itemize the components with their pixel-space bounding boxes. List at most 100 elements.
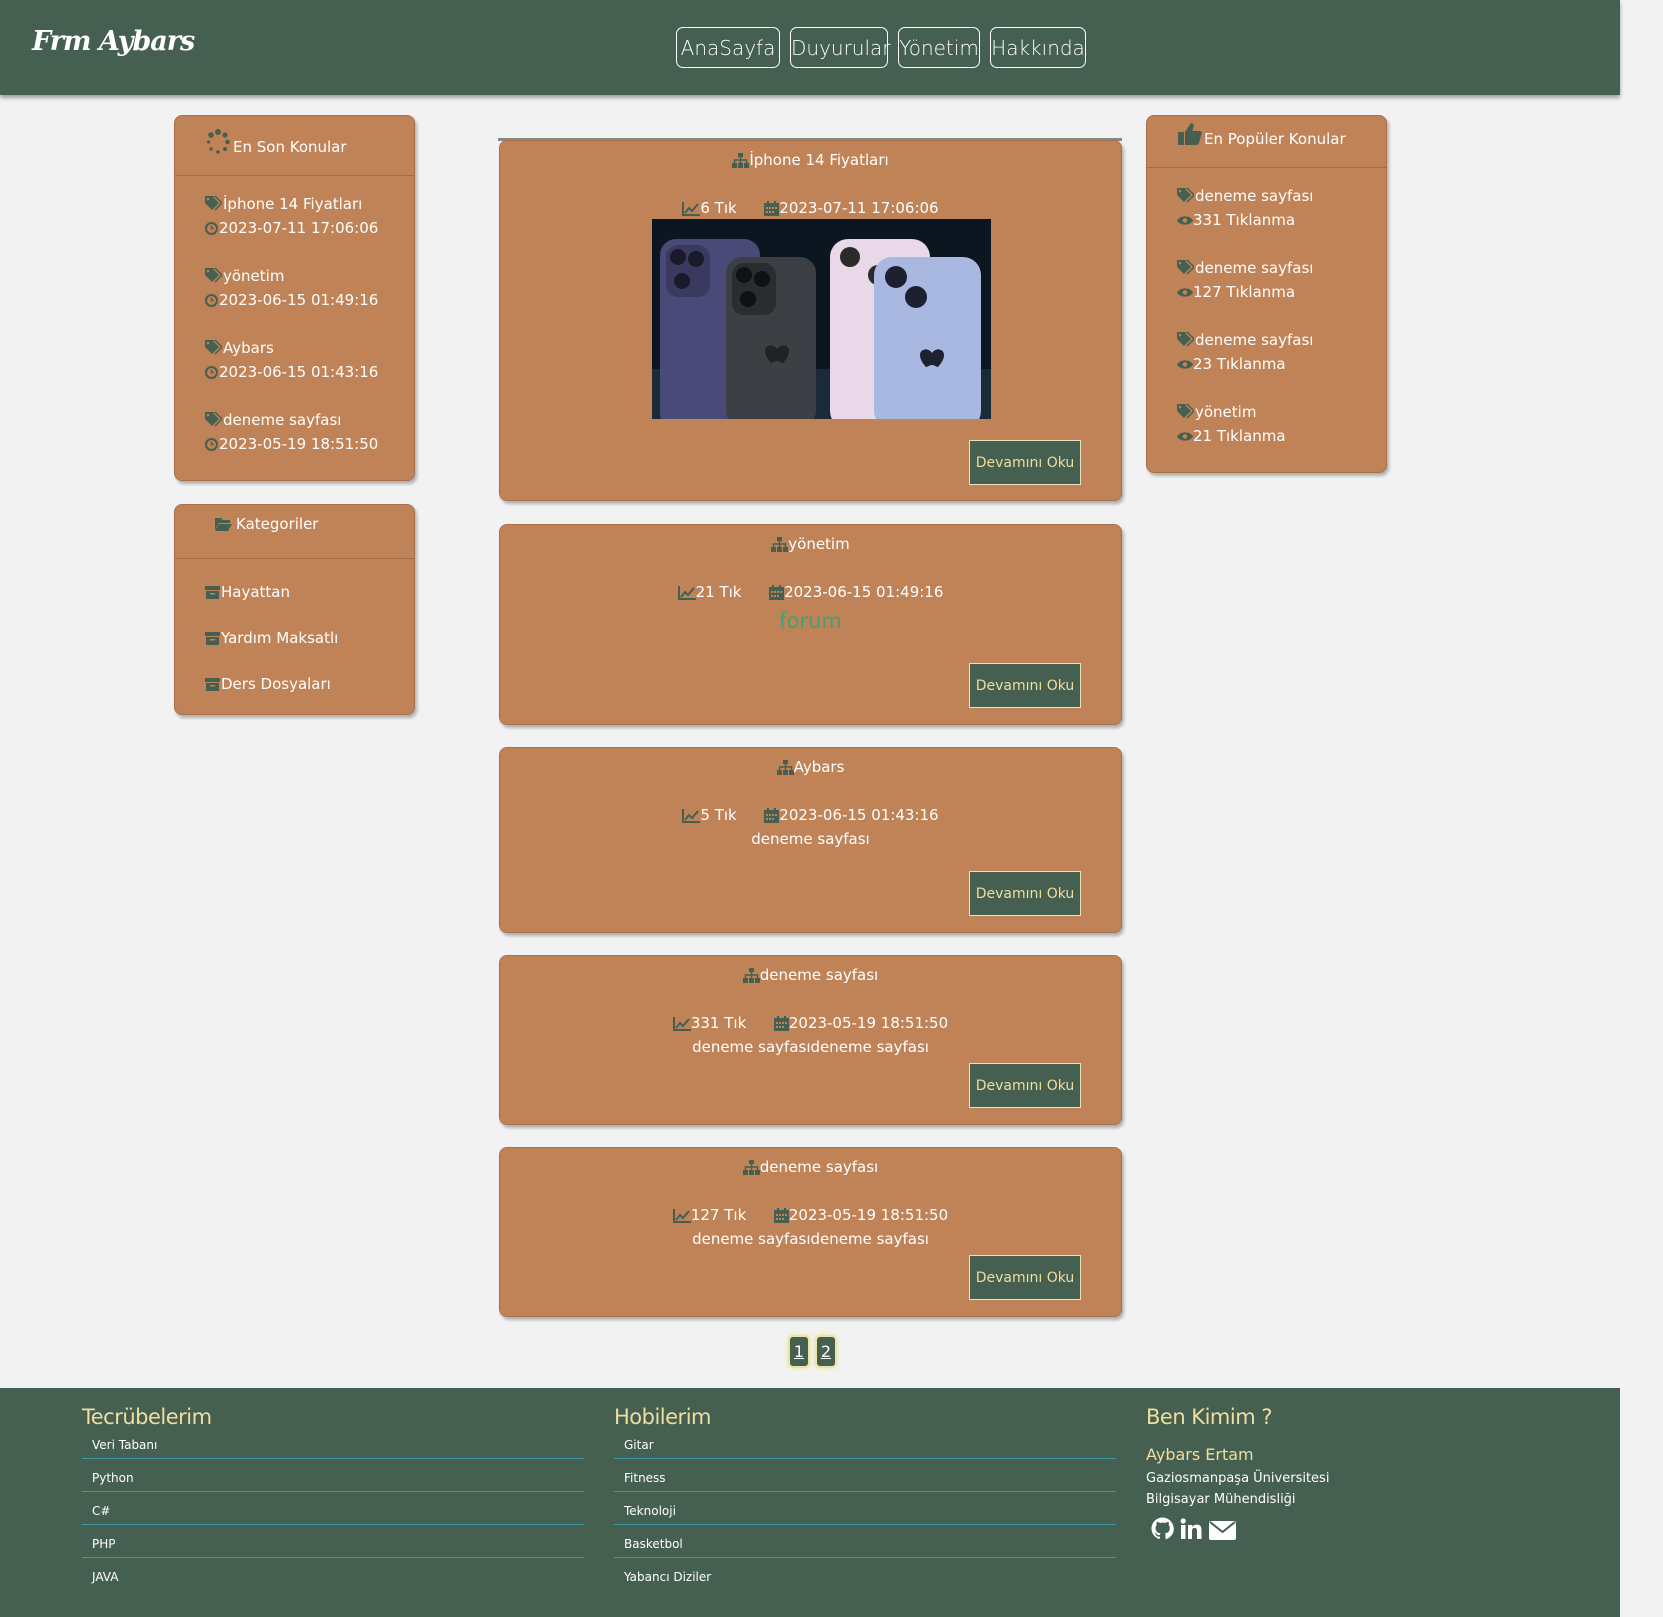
post-clicks: 6 Tık: [700, 199, 737, 217]
post-title-text: deneme sayfası: [759, 966, 879, 984]
post-card: İphone 14 Fiyatları 6 Tık 2023-07-11 17:…: [499, 140, 1122, 501]
pagination-page-1[interactable]: 1: [788, 1335, 810, 1368]
read-more-button[interactable]: Devamını Oku: [969, 871, 1081, 916]
footer-hobby-item: Yabancı Diziler: [624, 1570, 712, 1584]
site-footer: Tecrübelerim Veri Tabanı Python C# PHP J…: [0, 1388, 1620, 1617]
read-more-button[interactable]: Devamını Oku: [969, 1255, 1081, 1300]
post-title[interactable]: İphone 14 Fiyatları: [500, 151, 1121, 169]
footer-about-name: Aybars Ertam: [1146, 1445, 1254, 1464]
post-title[interactable]: Aybars: [500, 758, 1121, 776]
post-title[interactable]: deneme sayfası: [500, 966, 1121, 984]
post-meta: 6 Tık 2023-07-11 17:06:06: [500, 199, 1121, 217]
categories-panel: Kategoriler Hayattan Yardım Maksatlı Der…: [174, 504, 415, 715]
tag-icon: [205, 340, 222, 355]
popular-topics-title: En Popüler Konular: [1204, 130, 1346, 148]
post-title[interactable]: deneme sayfası: [500, 1158, 1121, 1176]
recent-item-date: 2023-05-19 18:51:50: [219, 435, 379, 453]
site-logo[interactable]: Frm Aybars: [32, 26, 195, 57]
popular-item-views: 331 Tıklanma: [1193, 211, 1296, 229]
envelope-icon[interactable]: [1209, 1521, 1236, 1540]
footer-divider: [82, 1557, 584, 1558]
post-clicks: 21 Tık: [695, 583, 742, 601]
sitemap-icon: [732, 153, 750, 168]
nav-duyurular[interactable]: Duyurular: [790, 27, 891, 68]
popular-item-label: deneme sayfası: [1195, 259, 1314, 277]
sitemap-icon: [776, 760, 794, 775]
footer-divider: [614, 1458, 1116, 1459]
post-body: deneme sayfası: [751, 830, 870, 848]
line-chart-icon: [672, 1208, 691, 1223]
calendar-icon: [773, 1208, 789, 1223]
footer-experience-item: Python: [92, 1471, 134, 1485]
line-chart-icon: [677, 585, 696, 600]
sitemap-icon: [771, 537, 789, 552]
footer-about-title: Ben Kimim ?: [1146, 1405, 1273, 1429]
recent-item-date: 2023-06-15 01:49:16: [219, 291, 379, 309]
category-ders-dosyalari[interactable]: Ders Dosyaları: [221, 675, 331, 693]
popular-item-views: 23 Tıklanma: [1193, 355, 1286, 373]
tag-icon: [1177, 332, 1194, 347]
archive-icon: [205, 586, 220, 599]
nav-hakkinda[interactable]: Hakkında: [990, 27, 1086, 68]
pagination-page-2[interactable]: 2: [815, 1335, 837, 1368]
clock-icon: [205, 438, 218, 451]
footer-experience-item: PHP: [92, 1537, 116, 1551]
read-more-button[interactable]: Devamını Oku: [969, 440, 1081, 485]
clock-icon: [205, 294, 218, 307]
recent-topics-panel: En Son Konular İphone 14 Fiyatları 2023-…: [174, 115, 415, 481]
folder-open-icon: [215, 518, 232, 531]
archive-icon: [205, 678, 220, 691]
thumbs-up-icon: [1178, 123, 1202, 145]
github-icon[interactable]: [1151, 1517, 1174, 1540]
post-title-text: İphone 14 Fiyatları: [749, 151, 889, 169]
post-title-text: Aybars: [793, 758, 845, 776]
post-clicks: 5 Tık: [700, 806, 737, 824]
post-title-text: yönetim: [788, 535, 850, 553]
tag-icon: [1177, 404, 1194, 419]
post-date: 2023-05-19 18:51:50: [788, 1206, 949, 1224]
recent-item-label: Aybars: [223, 339, 274, 357]
eye-icon: [1177, 288, 1193, 297]
post-body: forum: [779, 609, 842, 633]
sitemap-icon: [742, 1160, 760, 1175]
post-title[interactable]: yönetim: [500, 535, 1121, 553]
footer-hobby-item: Gitar: [624, 1438, 654, 1452]
linkedin-icon[interactable]: [1180, 1518, 1202, 1540]
line-chart-icon: [682, 808, 701, 823]
tag-icon: [1177, 260, 1194, 275]
footer-divider: [614, 1524, 1116, 1525]
footer-experience-item: C#: [92, 1504, 111, 1518]
eye-icon: [1177, 432, 1193, 441]
recent-item-label: İphone 14 Fiyatları: [223, 195, 363, 213]
read-more-button[interactable]: Devamını Oku: [969, 663, 1081, 708]
footer-divider: [614, 1557, 1116, 1558]
recent-item-date: 2023-07-11 17:06:06: [219, 219, 379, 237]
post-clicks: 127 Tık: [690, 1206, 747, 1224]
post-title-text: deneme sayfası: [759, 1158, 879, 1176]
nav-yonetim[interactable]: Yönetim: [898, 27, 980, 68]
eye-icon: [1177, 216, 1193, 225]
post-meta: 21 Tık 2023-06-15 01:49:16: [500, 583, 1121, 601]
post-date: 2023-05-19 18:51:50: [788, 1014, 949, 1032]
archive-icon: [205, 632, 220, 645]
recent-item-label: deneme sayfası: [223, 411, 342, 429]
clock-icon: [205, 222, 218, 235]
category-yardim-maksatli[interactable]: Yardım Maksatlı: [221, 629, 338, 647]
post-meta: 5 Tık 2023-06-15 01:43:16: [500, 806, 1121, 824]
footer-hobby-item: Basketbol: [624, 1537, 683, 1551]
footer-divider: [82, 1491, 584, 1492]
tag-icon: [205, 268, 222, 283]
footer-hobbies-title: Hobilerim: [614, 1405, 711, 1429]
read-more-button[interactable]: Devamını Oku: [969, 1063, 1081, 1108]
post-date: 2023-06-15 01:49:16: [784, 583, 944, 601]
post-card: yönetim 21 Tık 2023-06-15 01:49:16 forum…: [499, 524, 1122, 725]
tag-icon: [205, 412, 222, 427]
nav-anasayfa[interactable]: AnaSayfa: [676, 27, 780, 68]
sitemap-icon: [742, 968, 760, 983]
post-image-iphone: [652, 219, 991, 419]
site-header: Frm Aybars AnaSayfa Duyurular Yönetim Ha…: [0, 0, 1620, 95]
category-hayattan[interactable]: Hayattan: [221, 583, 290, 601]
footer-divider: [82, 1524, 584, 1525]
popular-item-label: deneme sayfası: [1195, 331, 1314, 349]
post-card: Aybars 5 Tık 2023-06-15 01:43:16 deneme …: [499, 747, 1122, 933]
